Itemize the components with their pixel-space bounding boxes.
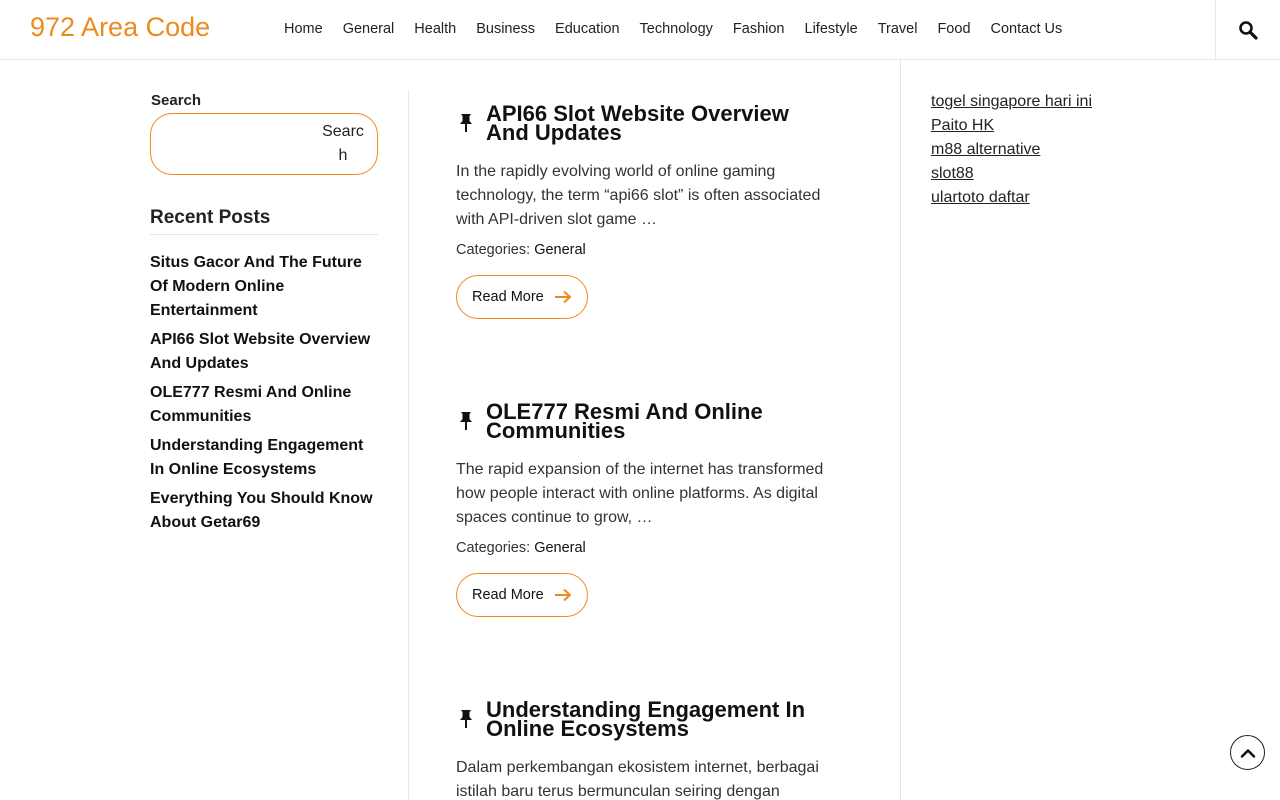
nav-general[interactable]: General: [333, 21, 405, 37]
recent-post-link[interactable]: API66 Slot Website Overview And Updates: [150, 331, 370, 372]
arrow-right-icon: [554, 588, 572, 602]
post-title[interactable]: Understanding Engagement In Online Ecosy…: [486, 696, 836, 740]
nav-technology[interactable]: Technology: [630, 21, 723, 37]
post-excerpt: The rapid expansion of the internet has …: [456, 461, 824, 526]
search-form: Search: [150, 113, 378, 175]
arrow-right-icon: [554, 290, 572, 304]
pin-icon: [460, 412, 472, 430]
list-item: m88 alternative: [931, 138, 1151, 162]
list-item: Everything You Should Know About Getar69: [150, 487, 378, 535]
read-more-label: Read More: [472, 587, 544, 603]
recent-posts-title: Recent Posts: [150, 207, 378, 235]
post-title[interactable]: OLE777 Resmi And Online Communities: [486, 398, 836, 442]
list-item: slot88: [931, 162, 1151, 186]
recent-posts-list: Situs Gacor And The Future Of Modern Onl…: [150, 251, 378, 535]
sidebar-link[interactable]: slot88: [931, 165, 974, 182]
nav-fashion[interactable]: Fashion: [723, 21, 795, 37]
main-content: API66 Slot Website Overview And Updates …: [456, 100, 836, 800]
nav-travel[interactable]: Travel: [868, 21, 928, 37]
post-categories: Categories: General: [456, 242, 836, 258]
list-item: API66 Slot Website Overview And Updates: [150, 328, 378, 376]
nav-contact-us[interactable]: Contact Us: [981, 21, 1073, 37]
post-card: API66 Slot Website Overview And Updates …: [456, 100, 836, 398]
post-title-wrap: API66 Slot Website Overview And Updates: [456, 100, 836, 144]
recent-post-link[interactable]: Situs Gacor And The Future Of Modern Onl…: [150, 254, 362, 319]
list-item: Understanding Engagement In Online Ecosy…: [150, 434, 378, 482]
main-nav: Home General Health Business Education T…: [274, 0, 1072, 58]
site-header: 972 Area Code Home General Health Busine…: [0, 0, 1280, 60]
recent-post-link[interactable]: Everything You Should Know About Getar69: [150, 490, 373, 531]
chevron-up-icon: [1240, 748, 1255, 758]
header-search-button[interactable]: [1215, 0, 1280, 59]
search-input[interactable]: [161, 124, 311, 164]
sidebar-link[interactable]: togel singapore hari ini: [931, 93, 1092, 110]
category-link[interactable]: General: [534, 242, 586, 258]
recent-post-link[interactable]: Understanding Engagement In Online Ecosy…: [150, 437, 363, 478]
sidebar-link[interactable]: m88 alternative: [931, 141, 1040, 158]
post-title-wrap: OLE777 Resmi And Online Communities: [456, 398, 836, 442]
search-icon: [1239, 20, 1258, 40]
read-more-label: Read More: [472, 289, 544, 305]
nav-education[interactable]: Education: [545, 21, 630, 37]
post-categories: Categories: General: [456, 540, 836, 556]
list-item: Situs Gacor And The Future Of Modern Onl…: [150, 251, 378, 323]
list-item: Paito HK: [931, 114, 1151, 138]
column-divider: [408, 90, 409, 800]
nav-health[interactable]: Health: [404, 21, 466, 37]
categories-label: Categories:: [456, 540, 531, 556]
post-card: Understanding Engagement In Online Ecosy…: [456, 696, 836, 800]
read-more-button[interactable]: Read More: [456, 275, 588, 319]
pin-icon: [460, 114, 472, 132]
post-excerpt: Dalam perkembangan ekosistem internet, b…: [456, 759, 819, 800]
links-list: togel singapore hari ini Paito HK m88 al…: [931, 90, 1151, 210]
column-divider: [900, 60, 901, 800]
nav-food[interactable]: Food: [927, 21, 980, 37]
post-card: OLE777 Resmi And Online Communities The …: [456, 398, 836, 696]
post-title[interactable]: API66 Slot Website Overview And Updates: [486, 100, 836, 144]
left-sidebar: Search Search Recent Posts Situs Gacor A…: [150, 92, 378, 540]
recent-post-link[interactable]: OLE777 Resmi And Online Communities: [150, 384, 351, 425]
search-label: Search: [151, 92, 202, 109]
sidebar-link[interactable]: Paito HK: [931, 117, 994, 134]
right-sidebar: togel singapore hari ini Paito HK m88 al…: [931, 90, 1151, 210]
site-title[interactable]: 972 Area Code: [30, 12, 210, 43]
list-item: OLE777 Resmi And Online Communities: [150, 381, 378, 429]
scroll-to-top-button[interactable]: [1230, 735, 1265, 770]
category-link[interactable]: General: [534, 540, 586, 556]
post-title-wrap: Understanding Engagement In Online Ecosy…: [456, 696, 836, 740]
list-item: ulartoto daftar: [931, 186, 1151, 210]
nav-business[interactable]: Business: [466, 21, 545, 37]
read-more-button[interactable]: Read More: [456, 573, 588, 617]
search-submit-button[interactable]: Search: [319, 120, 367, 168]
pin-icon: [460, 710, 472, 728]
list-item: togel singapore hari ini: [931, 90, 1151, 114]
sidebar-link[interactable]: ulartoto daftar: [931, 189, 1030, 206]
post-excerpt: In the rapidly evolving world of online …: [456, 163, 821, 228]
nav-home[interactable]: Home: [274, 21, 333, 37]
categories-label: Categories:: [456, 242, 531, 258]
nav-lifestyle[interactable]: Lifestyle: [795, 21, 868, 37]
